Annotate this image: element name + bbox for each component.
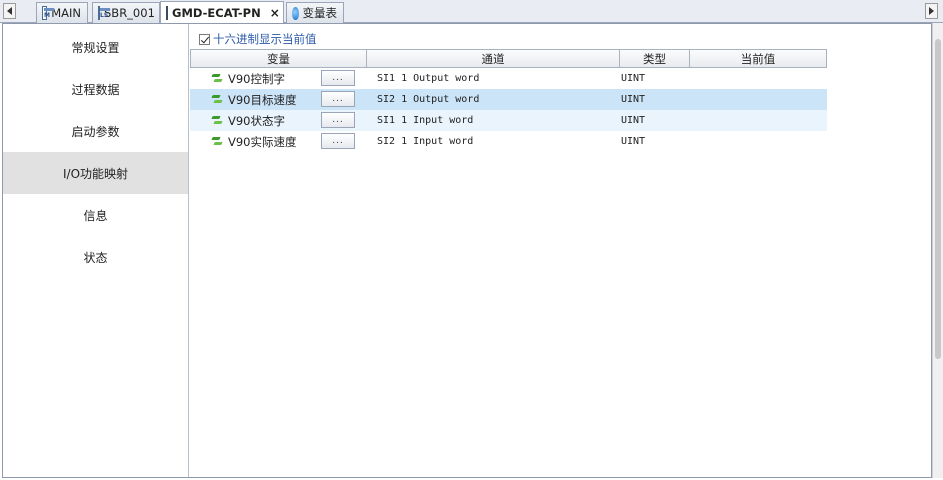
- column-header-channel[interactable]: 通道: [367, 50, 620, 67]
- sidebar-item-label: 常规设置: [71, 40, 120, 55]
- sync-mapping-icon: [212, 73, 223, 84]
- device-config-icon: [166, 5, 168, 20]
- type-cell: UINT: [621, 115, 646, 126]
- tab-gmd-ecat-pn[interactable]: GMD-ECAT-PN ×: [160, 1, 284, 23]
- type-cell: UINT: [621, 73, 646, 84]
- browse-variable-button[interactable]: ...: [321, 133, 355, 149]
- tab-label: GMD-ECAT-PN: [172, 5, 261, 20]
- variable-cell: V90状态字 ...: [190, 110, 367, 131]
- config-sidebar: 常规设置 过程数据 启动参数 I/O功能映射 信息 状态: [3, 24, 189, 477]
- scrollbar-thumb[interactable]: [935, 39, 941, 359]
- subroutine-icon: LS: [98, 6, 110, 20]
- editor-tab-strip: M MAIN LS SBR_001 GMD-ECAT-PN × 变量表: [0, 0, 943, 23]
- column-header-current-value[interactable]: 当前值: [690, 50, 826, 67]
- variable-table-icon: [292, 6, 299, 20]
- tab-variable-table[interactable]: 变量表: [286, 2, 344, 23]
- tab-label: MAIN: [51, 6, 81, 20]
- table-row[interactable]: V90实际速度 ... SI2 1 Input word UINT: [190, 131, 827, 152]
- sync-mapping-icon: [212, 94, 223, 105]
- variable-name[interactable]: V90目标速度: [228, 92, 297, 108]
- channel-cell: SI1 1 Output word: [377, 73, 480, 84]
- close-icon[interactable]: ×: [270, 6, 280, 20]
- variable-name[interactable]: V90状态字: [228, 113, 285, 129]
- variable-cell: V90目标速度 ...: [190, 89, 367, 110]
- io-mapping-table: 变量 通道 类型 当前值 V90控制字 ... SI1 1 Output wor…: [190, 49, 827, 152]
- main-program-icon: M: [42, 6, 55, 20]
- hex-display-checkbox[interactable]: [199, 33, 210, 45]
- arrow-right-icon: [929, 7, 934, 15]
- variable-name[interactable]: V90控制字: [228, 71, 285, 87]
- tab-sbr-001[interactable]: LS SBR_001: [92, 2, 160, 23]
- sidebar-item-label: 状态: [83, 250, 108, 265]
- hex-display-option[interactable]: 十六进制显示当前值: [199, 31, 317, 47]
- column-header-type[interactable]: 类型: [620, 50, 690, 67]
- sidebar-item-label: 启动参数: [71, 124, 120, 139]
- table-row[interactable]: V90状态字 ... SI1 1 Input word UINT: [190, 110, 827, 131]
- sync-mapping-icon: [212, 136, 223, 147]
- table-row-selected[interactable]: V90目标速度 ... SI2 1 Output word UINT: [190, 89, 827, 110]
- tab-label: 变量表: [302, 6, 338, 20]
- channel-cell: SI1 1 Input word: [377, 115, 474, 126]
- sidebar-item-status[interactable]: 状态: [3, 236, 188, 278]
- sidebar-item-io-mapping[interactable]: I/O功能映射: [3, 152, 188, 194]
- sidebar-item-process-data[interactable]: 过程数据: [3, 68, 188, 110]
- type-cell: UINT: [621, 136, 646, 147]
- type-cell: UINT: [621, 94, 646, 105]
- variable-name[interactable]: V90实际速度: [228, 134, 297, 150]
- sidebar-item-label: 过程数据: [71, 82, 120, 97]
- channel-cell: SI2 1 Input word: [377, 136, 474, 147]
- sidebar-item-general-settings[interactable]: 常规设置: [3, 26, 188, 68]
- browse-variable-button[interactable]: ...: [321, 112, 355, 128]
- sidebar-item-startup-parameters[interactable]: 启动参数: [3, 110, 188, 152]
- hex-display-label: 十六进制显示当前值: [213, 32, 317, 46]
- tab-label: SBR_001: [104, 6, 155, 20]
- sidebar-item-label: 信息: [83, 208, 108, 223]
- column-header-variable[interactable]: 变量: [191, 50, 367, 67]
- variable-cell: V90控制字 ...: [190, 68, 367, 89]
- arrow-left-icon: [7, 7, 12, 15]
- tab-scroll-right-button[interactable]: [925, 3, 938, 19]
- browse-variable-button[interactable]: ...: [321, 91, 355, 107]
- tab-main[interactable]: M MAIN: [36, 2, 88, 23]
- channel-cell: SI2 1 Output word: [377, 94, 480, 105]
- sidebar-item-label: I/O功能映射: [62, 166, 129, 181]
- vertical-scrollbar[interactable]: [932, 23, 943, 478]
- sidebar-item-info[interactable]: 信息: [3, 194, 188, 236]
- sync-mapping-icon: [212, 115, 223, 126]
- table-header: 变量 通道 类型 当前值: [190, 49, 827, 68]
- table-row[interactable]: V90控制字 ... SI1 1 Output word UINT: [190, 68, 827, 89]
- tab-scroll-left-button[interactable]: [3, 3, 16, 19]
- variable-cell: V90实际速度 ...: [190, 131, 367, 152]
- browse-variable-button[interactable]: ...: [321, 70, 355, 86]
